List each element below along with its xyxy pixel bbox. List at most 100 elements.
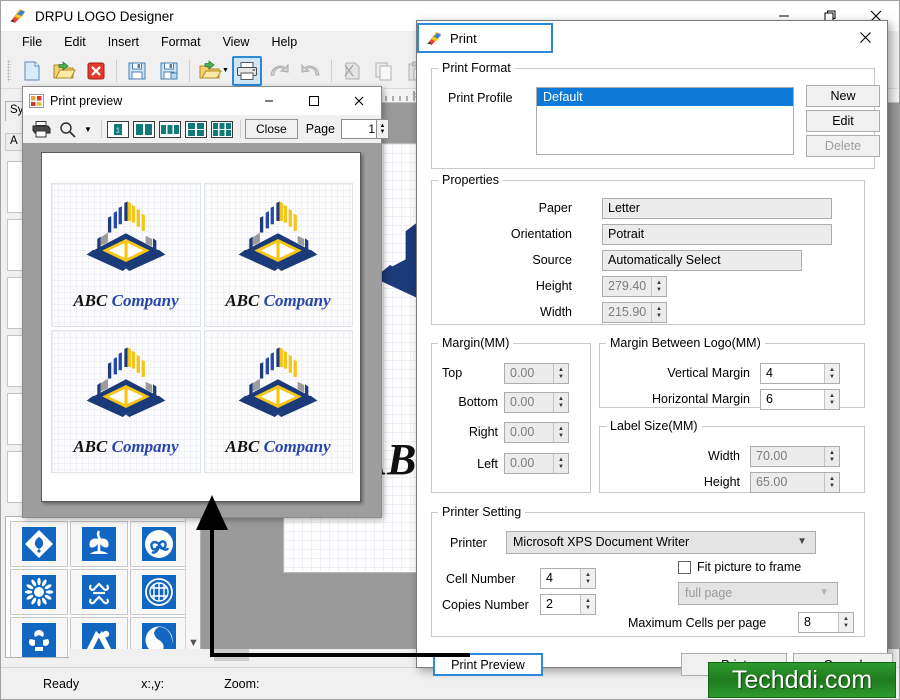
fit-picture-checkbox[interactable] bbox=[678, 560, 691, 574]
chevron-down-icon[interactable]: ▼ bbox=[81, 118, 95, 140]
symbol-item[interactable] bbox=[10, 569, 68, 615]
cut-icon[interactable] bbox=[337, 56, 367, 86]
edit-profile-button[interactable]: Edit bbox=[806, 110, 880, 132]
copies-number-spinbox[interactable]: 2 ▲ ▼ bbox=[540, 594, 596, 615]
orientation-field[interactable]: Potrait bbox=[602, 224, 832, 245]
chevron-down-icon[interactable]: ▼ bbox=[819, 587, 829, 598]
page-spinner[interactable]: ▲ ▼ bbox=[376, 119, 389, 139]
two-page-icon[interactable] bbox=[132, 118, 156, 140]
label-width-spinner[interactable]: ▲ ▼ bbox=[824, 447, 839, 466]
cell-number-spinbox[interactable]: 4 ▲ ▼ bbox=[540, 568, 596, 589]
height-spinner[interactable]: ▲ ▼ bbox=[651, 277, 666, 296]
three-page-icon[interactable] bbox=[158, 118, 182, 140]
margin-between-logo-legend: Margin Between Logo(MM) bbox=[610, 336, 761, 350]
print-profile-option-default[interactable]: Default bbox=[537, 88, 793, 106]
max-cells-spinner[interactable]: ▲ ▼ bbox=[838, 613, 853, 632]
save-icon[interactable] bbox=[122, 56, 152, 86]
margin-top-spinner[interactable]: ▲ ▼ bbox=[553, 364, 568, 383]
height-spinbox[interactable]: 279.40 ▲ ▼ bbox=[602, 276, 667, 297]
preview-minimize-button[interactable] bbox=[246, 87, 291, 115]
margin-left-spinbox[interactable]: 0.00 ▲ ▼ bbox=[504, 453, 569, 474]
margin-left-value: 0.00 bbox=[510, 456, 535, 470]
horizontal-margin-label: Horizontal Margin bbox=[652, 392, 750, 406]
symbol-item[interactable] bbox=[130, 569, 188, 615]
margin-right-spinner[interactable]: ▲ ▼ bbox=[553, 423, 568, 442]
page-number-input[interactable]: 1 ▲ ▼ bbox=[341, 119, 389, 139]
print-profile-listbox[interactable]: Default bbox=[536, 87, 794, 155]
printer-icon[interactable] bbox=[29, 118, 53, 140]
paper-field[interactable]: Letter bbox=[602, 198, 832, 219]
symbol-item[interactable] bbox=[10, 617, 68, 657]
delete-profile-button[interactable]: Delete bbox=[806, 135, 880, 157]
six-page-icon[interactable] bbox=[210, 118, 234, 140]
margin-bottom-spinner[interactable]: ▲ ▼ bbox=[553, 393, 568, 412]
four-page-icon[interactable] bbox=[184, 118, 208, 140]
chevron-down-icon[interactable]: ▼ bbox=[797, 536, 807, 547]
chevron-down-icon[interactable]: ▼ bbox=[188, 637, 199, 649]
cell-number-value: 4 bbox=[546, 571, 553, 585]
print-preview-button[interactable]: Print Preview bbox=[433, 653, 543, 676]
menu-help[interactable]: Help bbox=[260, 33, 308, 51]
label-width-spinbox[interactable]: 70.00 ▲ ▼ bbox=[750, 446, 840, 467]
horizontal-margin-spinner[interactable]: ▲ ▼ bbox=[824, 390, 839, 409]
magnifier-icon[interactable] bbox=[55, 118, 79, 140]
menu-insert[interactable]: Insert bbox=[97, 33, 150, 51]
cell-number-spinner[interactable]: ▲ ▼ bbox=[580, 569, 595, 588]
margin-bottom-spinbox[interactable]: 0.00 ▲ ▼ bbox=[504, 392, 569, 413]
print-icon[interactable] bbox=[231, 55, 262, 86]
horizontal-margin-spinbox[interactable]: 6 ▲ ▼ bbox=[760, 389, 840, 410]
vertical-margin-spinner[interactable]: ▲ ▼ bbox=[824, 364, 839, 383]
redo-icon[interactable] bbox=[296, 56, 326, 86]
open-folder-icon[interactable] bbox=[49, 56, 79, 86]
fit-mode-select[interactable]: full page ▼ bbox=[678, 582, 838, 605]
symbol-item[interactable] bbox=[130, 521, 188, 567]
save-as-icon[interactable] bbox=[154, 56, 184, 86]
print-dialog-close-button[interactable] bbox=[847, 23, 883, 51]
properties-group: Properties Paper Letter Orientation Potr… bbox=[431, 173, 865, 325]
margin-left-spinner[interactable]: ▲ ▼ bbox=[553, 454, 568, 473]
width-spinbox[interactable]: 215.90 ▲ ▼ bbox=[602, 302, 667, 323]
symbol-item[interactable] bbox=[10, 521, 68, 567]
fit-mode-value: full page bbox=[685, 586, 733, 600]
import-icon[interactable] bbox=[195, 56, 225, 86]
source-field[interactable]: Automatically Select bbox=[602, 250, 802, 271]
label-height-spinner[interactable]: ▲ ▼ bbox=[824, 473, 839, 492]
preview-close-button[interactable] bbox=[336, 87, 381, 115]
symbol-gallery[interactable]: ▼ bbox=[5, 516, 201, 658]
printer-select[interactable]: Microsoft XPS Document Writer ▼ bbox=[506, 531, 816, 554]
label-height-spinbox[interactable]: 65.00 ▲ ▼ bbox=[750, 472, 840, 493]
menu-file[interactable]: File bbox=[11, 33, 53, 51]
symbol-item[interactable] bbox=[70, 569, 128, 615]
new-document-icon[interactable] bbox=[17, 56, 47, 86]
width-spinner[interactable]: ▲ ▼ bbox=[651, 303, 666, 322]
logo-text-b: Company bbox=[111, 291, 179, 310]
menu-edit[interactable]: Edit bbox=[53, 33, 97, 51]
preview-logo-cell: ABC Company bbox=[203, 329, 353, 473]
gallery-scrollbar[interactable]: ▼ bbox=[185, 517, 200, 657]
print-dialog-tab[interactable]: Print bbox=[417, 23, 553, 53]
copies-number-label: Copies Number bbox=[442, 598, 529, 612]
print-dialog-titlebar: Print bbox=[417, 21, 887, 61]
margin-top-spinbox[interactable]: 0.00 ▲ ▼ bbox=[504, 363, 569, 384]
preview-body[interactable]: ABC Company ABC Company ABC Company ABC … bbox=[23, 143, 381, 517]
preview-window-controls bbox=[246, 87, 381, 115]
one-page-icon[interactable]: 1 bbox=[106, 118, 130, 140]
fit-picture-to-frame-row[interactable]: Fit picture to frame bbox=[678, 560, 801, 574]
menu-view[interactable]: View bbox=[212, 33, 261, 51]
margin-right-spinbox[interactable]: 0.00 ▲ ▼ bbox=[504, 422, 569, 443]
symbol-item[interactable] bbox=[70, 521, 128, 567]
toolbar-grip[interactable] bbox=[7, 59, 11, 82]
copy-icon[interactable] bbox=[369, 56, 399, 86]
scrollbar-thumb[interactable] bbox=[214, 649, 249, 661]
new-profile-button[interactable]: New bbox=[806, 85, 880, 107]
max-cells-spinbox[interactable]: 8 ▲ ▼ bbox=[798, 612, 854, 633]
close-document-icon[interactable] bbox=[81, 56, 111, 86]
svg-text:1: 1 bbox=[116, 127, 120, 134]
copies-number-spinner[interactable]: ▲ ▼ bbox=[580, 595, 595, 614]
undo-icon[interactable] bbox=[264, 56, 294, 86]
menu-format[interactable]: Format bbox=[150, 33, 212, 51]
preview-close-action-button[interactable]: Close bbox=[245, 119, 298, 139]
vertical-margin-spinbox[interactable]: 4 ▲ ▼ bbox=[760, 363, 840, 384]
preview-maximize-button[interactable] bbox=[291, 87, 336, 115]
height-value: 279.40 bbox=[608, 279, 647, 293]
